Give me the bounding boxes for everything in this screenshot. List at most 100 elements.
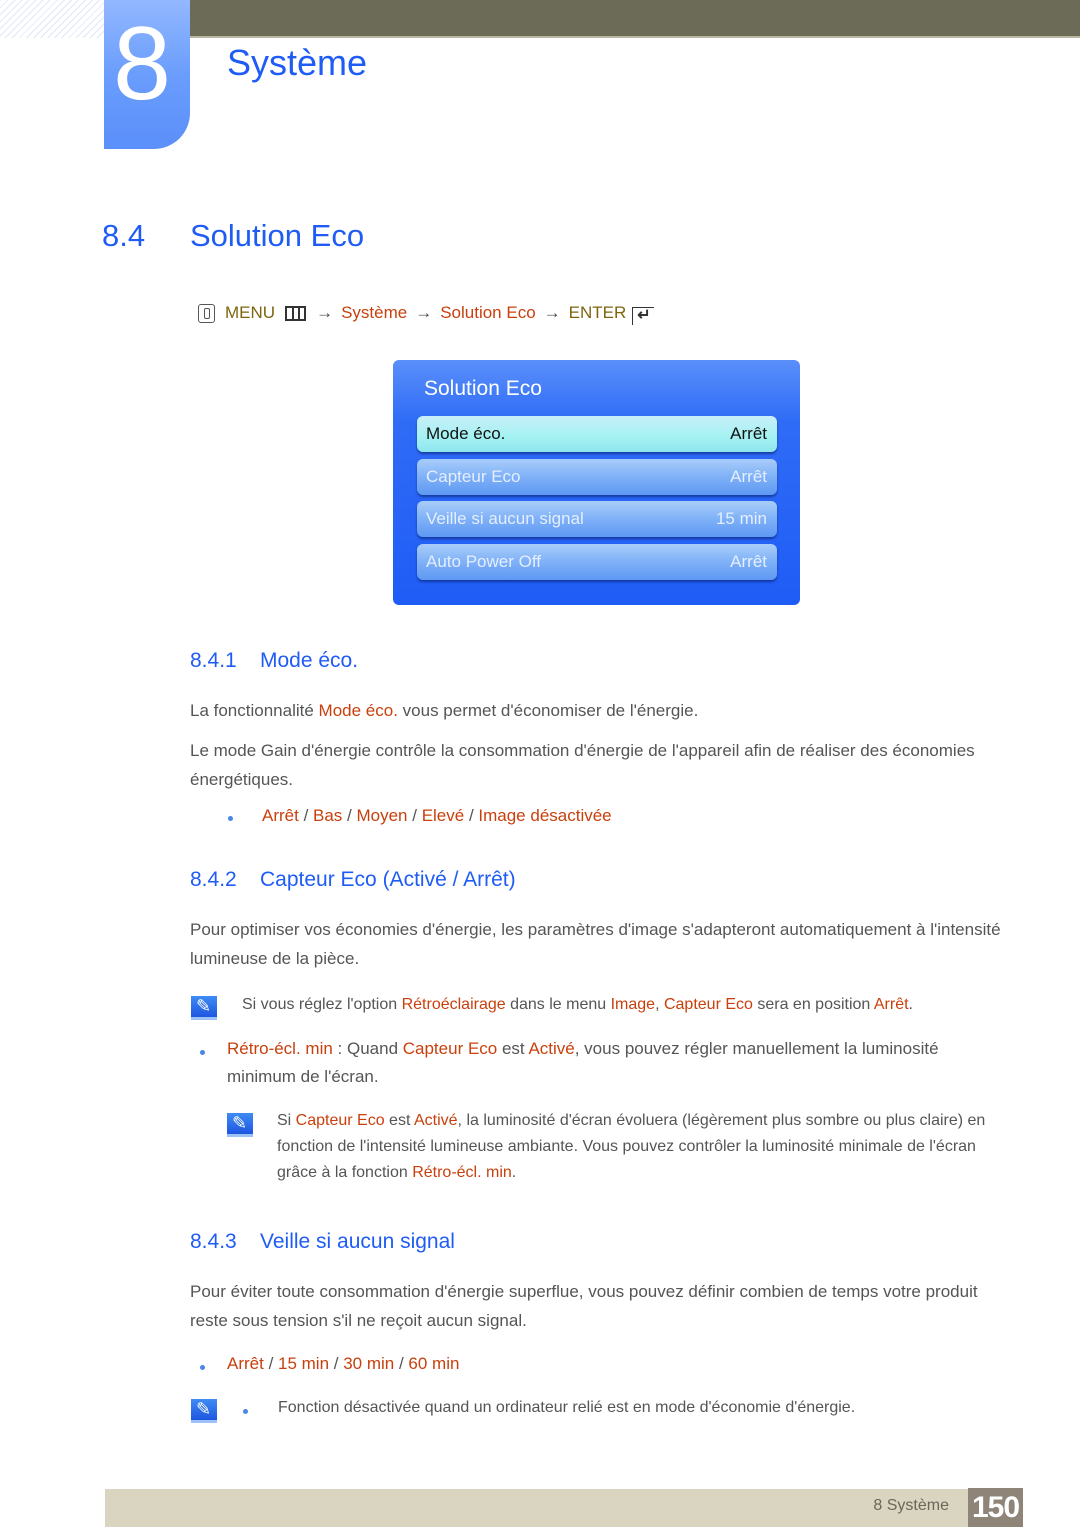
highlight: Arrêt	[873, 996, 909, 1013]
option: 15 min	[278, 1354, 330, 1373]
text: .	[511, 1164, 517, 1181]
menu-step-systeme: Système	[341, 303, 408, 322]
subsection-title-mode-eco: 8.4.1 Mode éco.	[190, 649, 358, 673]
paragraph: Le mode Gain d'énergie contrôle la conso…	[190, 741, 975, 789]
options-list: Arrêt / 15 min / 30 min / 60 min	[227, 1354, 459, 1374]
option: Arrêt	[227, 1354, 264, 1373]
footer-chapter-label: 8 Système	[873, 1497, 949, 1514]
text: vous permet d'économiser de l'énergie.	[397, 701, 699, 720]
osd-item-veille[interactable]: Veille si aucun signal 15 min	[417, 501, 777, 537]
option: 60 min	[408, 1354, 460, 1373]
text: .	[908, 996, 913, 1013]
separator: /	[407, 806, 422, 825]
section-title: 8.4 Solution Eco	[102, 218, 364, 254]
option: Elevé	[421, 806, 465, 825]
text: dans le menu	[505, 996, 611, 1013]
separator: /	[298, 806, 314, 825]
arrow-icon: →	[415, 303, 433, 322]
header-bar	[190, 0, 1080, 38]
menu-step-solution-eco: Solution Eco	[440, 303, 536, 322]
menu-path: MENU → Système → Solution Eco → ENTER	[198, 303, 655, 325]
subsection-title-veille: 8.4.3 Veille si aucun signal	[190, 1230, 455, 1254]
highlight: Rétro-écl. min	[227, 1039, 333, 1058]
separator: /	[329, 1354, 344, 1373]
osd-item-label: Mode éco.	[426, 424, 506, 443]
text: : Quand	[332, 1039, 403, 1058]
osd-item-mode-eco[interactable]: Mode éco. Arrêt	[417, 416, 777, 452]
osd-item-capteur-eco[interactable]: Capteur Eco Arrêt	[417, 459, 777, 495]
highlight: Mode éco.	[318, 701, 398, 720]
option: Bas	[313, 806, 343, 825]
text: sera en position	[752, 996, 874, 1013]
highlight: Activé	[413, 1112, 458, 1129]
note-icon	[191, 1399, 217, 1423]
note: Si vous réglez l'option Rétroéclairage d…	[242, 996, 913, 1014]
osd-menu: Solution Eco Mode éco. Arrêt Capteur Eco…	[393, 360, 800, 605]
subsection-number: 8.4.2	[190, 868, 237, 891]
bullet-icon	[228, 816, 233, 821]
text: est	[384, 1112, 414, 1129]
osd-item-value: Arrêt	[730, 467, 767, 486]
bullet-icon	[243, 1409, 248, 1414]
paragraph: La fonctionnalité Mode éco. vous permet …	[190, 696, 1010, 725]
highlight: Rétroéclairage	[401, 996, 506, 1013]
bullet-paragraph: Rétro-écl. min : Quand Capteur Eco est A…	[227, 1035, 1007, 1091]
paragraph: Pour optimiser vos économies d'énergie, …	[190, 920, 1001, 968]
arrow-icon: →	[543, 303, 561, 322]
subsection-label: Veille si aucun signal	[260, 1230, 455, 1253]
bullet-icon	[200, 1050, 205, 1055]
subsection-label: Capteur Eco (Activé / Arrêt)	[260, 868, 516, 891]
separator: /	[342, 806, 357, 825]
arrow-icon: →	[316, 303, 334, 322]
bullet-icon	[200, 1365, 205, 1370]
osd-item-value: Arrêt	[730, 424, 767, 443]
page-number: 150	[968, 1488, 1023, 1527]
osd-item-value: 15 min	[715, 509, 767, 528]
text: Si	[277, 1112, 296, 1129]
separator: /	[464, 806, 479, 825]
option: Arrêt	[262, 806, 299, 825]
paragraph: Pour éviter toute consommation d'énergie…	[190, 1282, 978, 1330]
separator: /	[394, 1354, 409, 1373]
highlight: Rétro-écl. min	[412, 1164, 512, 1181]
option: 30 min	[343, 1354, 395, 1373]
chapter-number: 8	[113, 6, 171, 122]
chapter-title: Système	[227, 42, 368, 83]
highlight: Capteur Eco	[402, 1039, 498, 1058]
section-number: 8.4	[102, 218, 146, 253]
options-list: Arrêt / Bas / Moyen / Elevé / Image désa…	[262, 806, 612, 826]
highlight: Capteur Eco	[663, 996, 753, 1013]
osd-item-label: Capteur Eco	[426, 467, 521, 486]
option: Image désactivée	[478, 806, 612, 825]
footer-bar: 8 Système 150	[105, 1488, 1023, 1527]
menu-label: MENU	[225, 303, 276, 322]
text: est	[497, 1039, 529, 1058]
separator: /	[263, 1354, 279, 1373]
highlight: Activé	[528, 1039, 575, 1058]
enter-label: ENTER	[568, 303, 627, 322]
highlight: Capteur Eco	[295, 1112, 385, 1129]
subsection-number: 8.4.1	[190, 649, 237, 672]
decorative-hatch	[0, 0, 105, 38]
note-icon	[227, 1113, 253, 1137]
osd-item-value: Arrêt	[730, 552, 767, 571]
subsection-title-capteur-eco: 8.4.2 Capteur Eco (Activé / Arrêt)	[190, 868, 516, 892]
osd-item-label: Veille si aucun signal	[426, 509, 584, 528]
osd-item-label: Auto Power Off	[426, 552, 541, 571]
enter-icon	[632, 305, 655, 325]
osd-item-auto-power-off[interactable]: Auto Power Off Arrêt	[417, 544, 777, 580]
note: Si Capteur Eco est Activé, la luminosité…	[277, 1108, 1007, 1186]
text: Si vous réglez l'option	[242, 996, 402, 1013]
note-icon	[191, 996, 217, 1020]
highlight: Image	[610, 996, 656, 1013]
menu-grid-icon	[285, 305, 307, 321]
text: ,	[655, 996, 664, 1013]
osd-title: Solution Eco	[424, 377, 542, 400]
text: La fonctionnalité	[190, 701, 319, 720]
section-label: Solution Eco	[190, 218, 365, 253]
note: Fonction désactivée quand un ordinateur …	[278, 1399, 856, 1416]
option: Moyen	[356, 806, 408, 825]
hand-touch-icon	[198, 303, 215, 323]
subsection-label: Mode éco.	[260, 649, 359, 672]
subsection-number: 8.4.3	[190, 1230, 237, 1253]
